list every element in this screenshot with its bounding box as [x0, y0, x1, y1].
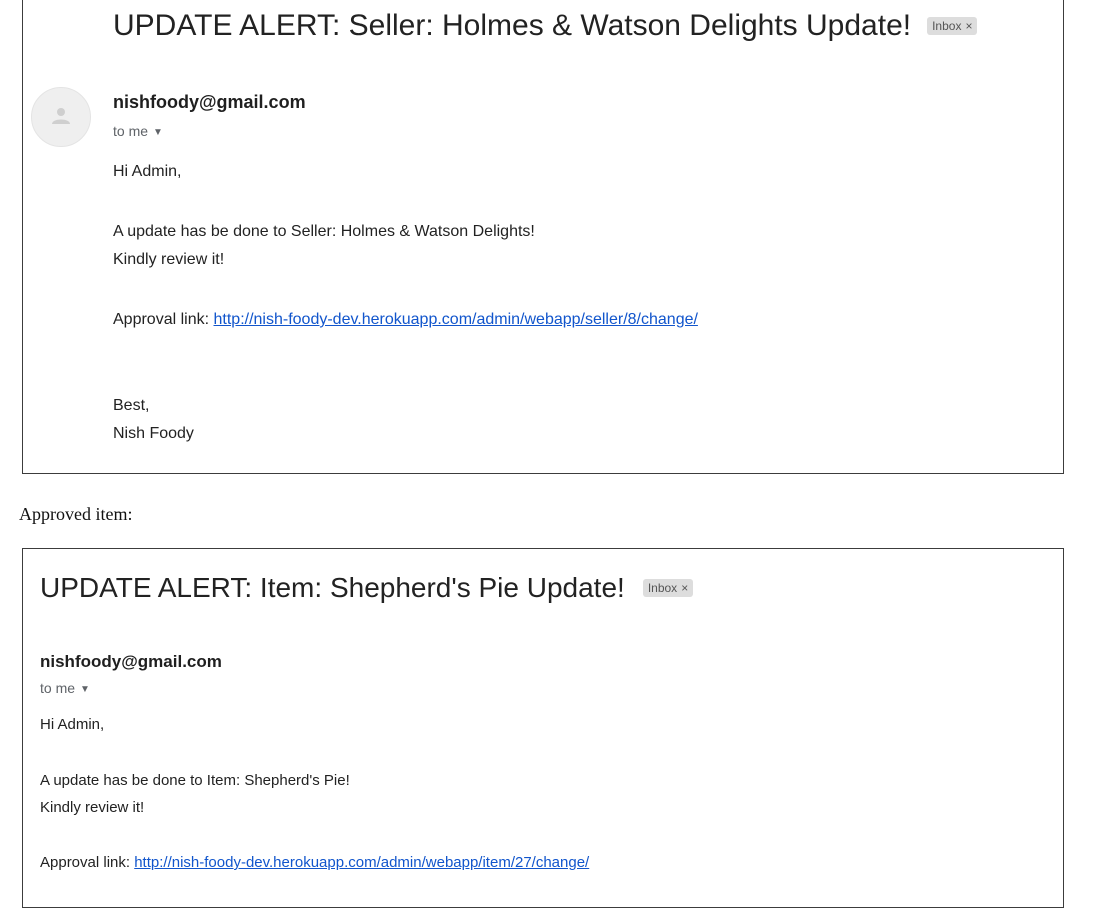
recipient-details[interactable]: to me ▼: [113, 123, 163, 139]
body-line: A update has be done to Item: Shepherd's…: [40, 772, 350, 789]
inbox-label[interactable]: Inbox ×: [927, 17, 978, 35]
section-caption: Approved item:: [19, 504, 133, 524]
subject-line: UPDATE ALERT: Item: Shepherd's Pie Updat…: [40, 572, 694, 604]
approval-line: Approval link: http://nish-foody-dev.her…: [113, 311, 698, 329]
greeting: Hi Admin,: [113, 163, 182, 180]
recipient-details[interactable]: to me ▼: [40, 680, 90, 696]
body-line: Kindly review it!: [40, 799, 145, 816]
approval-link[interactable]: http://nish-foody-dev.herokuapp.com/admi…: [134, 854, 589, 871]
body-line: Kindly review it!: [113, 251, 225, 268]
signature: Nish Foody: [113, 425, 194, 442]
close-icon[interactable]: ×: [681, 581, 688, 595]
sender-email[interactable]: nishfoody@gmail.com: [113, 92, 306, 113]
email-subject: UPDATE ALERT: Item: Shepherd's Pie Updat…: [40, 572, 625, 603]
recipient-text: to me: [40, 680, 76, 696]
email-message-seller: UPDATE ALERT: Seller: Holmes & Watson De…: [22, 0, 1064, 474]
signoff: Best,: [113, 397, 150, 414]
subject-line: UPDATE ALERT: Seller: Holmes & Watson De…: [113, 9, 978, 43]
person-icon: [52, 108, 70, 124]
email-message-item: UPDATE ALERT: Item: Shepherd's Pie Updat…: [22, 548, 1064, 908]
inbox-label[interactable]: Inbox ×: [642, 579, 694, 597]
inbox-label-text: Inbox: [647, 581, 678, 595]
approval-link[interactable]: http://nish-foody-dev.herokuapp.com/admi…: [214, 311, 698, 328]
inbox-label-text: Inbox: [932, 19, 962, 33]
approval-label: Approval link:: [40, 854, 135, 871]
body-line: A update has be done to Seller: Holmes &…: [113, 223, 535, 240]
caret-down-icon[interactable]: ▼: [153, 127, 163, 138]
email-subject: UPDATE ALERT: Seller: Holmes & Watson De…: [113, 9, 912, 42]
approval-label: Approval link:: [113, 311, 214, 328]
close-icon[interactable]: ×: [965, 19, 972, 33]
approval-line: Approval link: http://nish-foody-dev.her…: [40, 854, 589, 871]
caret-down-icon[interactable]: ▼: [80, 684, 90, 695]
greeting: Hi Admin,: [40, 716, 105, 733]
avatar[interactable]: [31, 87, 91, 147]
recipient-text: to me: [113, 123, 149, 139]
sender-email[interactable]: nishfoody@gmail.com: [40, 652, 222, 672]
